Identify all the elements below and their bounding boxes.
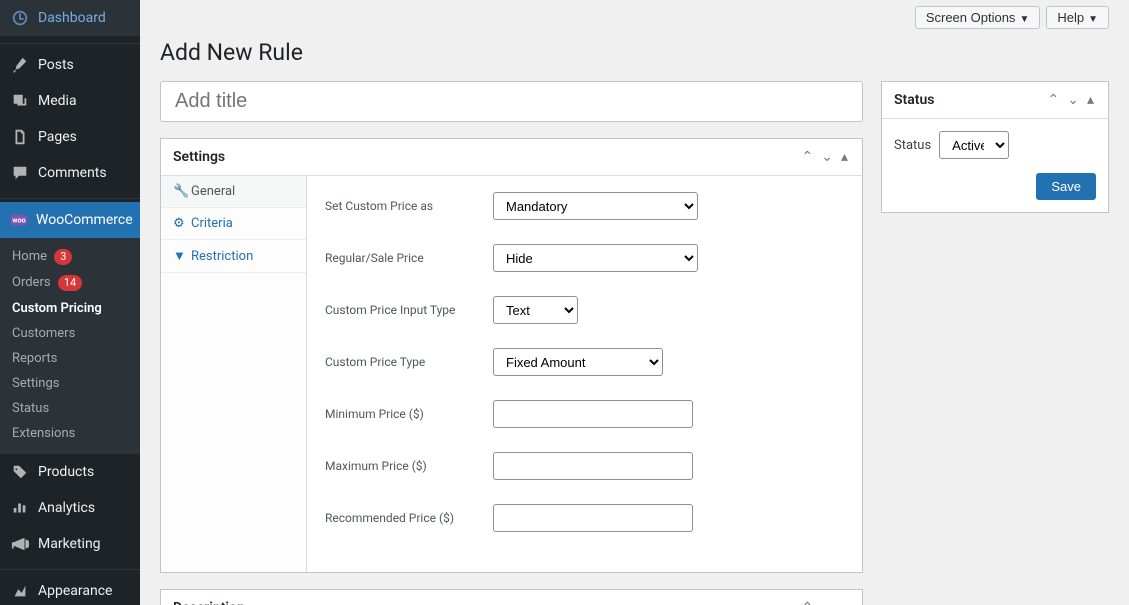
sidebar-item-media[interactable]: Media xyxy=(0,83,140,119)
gear-icon: ⚙ xyxy=(173,216,185,231)
sub-item-customers[interactable]: Customers xyxy=(0,321,140,346)
sidebar-label: Dashboard xyxy=(38,10,106,26)
sidebar-label: Media xyxy=(38,93,77,109)
move-up-icon[interactable]: ⌃ xyxy=(800,600,816,605)
dashboard-icon xyxy=(10,8,30,28)
sub-item-custom-pricing[interactable]: Custom Pricing xyxy=(0,296,140,321)
marketing-icon xyxy=(10,534,30,554)
chevron-down-icon: ▼ xyxy=(1088,14,1098,25)
move-up-icon[interactable]: ⌃ xyxy=(800,149,816,165)
input-type-label: Custom Price Input Type xyxy=(325,303,493,317)
settings-tabs: 🔧General ⚙Criteria ▼Restriction xyxy=(161,176,307,572)
sidebar-item-comments[interactable]: Comments xyxy=(0,155,140,191)
sidebar-label: Products xyxy=(38,464,94,480)
woocommerce-icon: woo xyxy=(10,210,28,230)
sub-item-orders[interactable]: Orders 14 xyxy=(0,270,140,296)
sidebar-item-pages[interactable]: Pages xyxy=(0,119,140,155)
sidebar-label: Comments xyxy=(38,165,107,181)
move-down-icon[interactable]: ⌄ xyxy=(819,600,835,605)
sidebar-item-appearance[interactable]: Appearance xyxy=(0,573,140,605)
wrench-icon: 🔧 xyxy=(173,184,185,199)
sidebar-item-products[interactable]: Products xyxy=(0,454,140,490)
description-panel: Description ⌃ ⌄ ▴ Add Media xyxy=(160,589,863,605)
rec-price-label: Recommended Price ($) xyxy=(325,511,493,525)
min-price-input[interactable] xyxy=(493,400,693,428)
sidebar-label: Analytics xyxy=(38,500,95,516)
chevron-down-icon: ▼ xyxy=(1019,14,1029,25)
sidebar-label: Appearance xyxy=(38,583,112,599)
set-price-select[interactable]: Mandatory xyxy=(493,192,698,220)
price-type-label: Custom Price Type xyxy=(325,355,493,369)
panel-heading: Settings xyxy=(173,149,225,165)
move-down-icon[interactable]: ⌄ xyxy=(819,149,835,165)
analytics-icon xyxy=(10,498,30,518)
topbar: Screen Options▼ Help▼ xyxy=(160,0,1109,35)
tab-restriction[interactable]: ▼Restriction xyxy=(161,240,306,273)
rule-title-input[interactable] xyxy=(160,81,863,122)
max-price-label: Maximum Price ($) xyxy=(325,459,493,473)
settings-panel: Settings ⌃ ⌄ ▴ 🔧General ⚙Criteria ▼Restr… xyxy=(160,138,863,573)
filter-icon: ▼ xyxy=(173,248,185,264)
page-title: Add New Rule xyxy=(160,39,1109,66)
sub-item-status[interactable]: Status xyxy=(0,396,140,421)
sidebar-item-analytics[interactable]: Analytics xyxy=(0,490,140,526)
main-content: Screen Options▼ Help▼ Add New Rule Setti… xyxy=(140,0,1129,605)
pin-icon xyxy=(10,55,30,75)
sub-item-settings[interactable]: Settings xyxy=(0,371,140,396)
tab-criteria[interactable]: ⚙Criteria xyxy=(161,208,306,240)
regular-price-label: Regular/Sale Price xyxy=(325,251,493,265)
help-button[interactable]: Help▼ xyxy=(1046,6,1109,29)
status-select[interactable]: Active xyxy=(939,131,1009,159)
separator xyxy=(0,194,140,199)
media-icon xyxy=(10,91,30,111)
sidebar-item-dashboard[interactable]: Dashboard xyxy=(0,0,140,36)
products-icon xyxy=(10,462,30,482)
sidebar-item-posts[interactable]: Posts xyxy=(0,47,140,83)
tab-general[interactable]: 🔧General xyxy=(161,176,306,208)
comments-icon xyxy=(10,163,30,183)
collapse-icon[interactable]: ▴ xyxy=(1085,92,1096,108)
sidebar-submenu: Home 3 Orders 14 Custom Pricing Customer… xyxy=(0,238,140,454)
panel-controls: ⌃ ⌄ ▴ xyxy=(1046,92,1097,108)
pages-icon xyxy=(10,127,30,147)
svg-text:woo: woo xyxy=(12,216,25,225)
sub-item-reports[interactable]: Reports xyxy=(0,346,140,371)
panel-controls: ⌃ ⌄ ▴ xyxy=(800,600,851,605)
move-down-icon[interactable]: ⌄ xyxy=(1065,92,1081,108)
sidebar-item-marketing[interactable]: Marketing xyxy=(0,526,140,562)
min-price-label: Minimum Price ($) xyxy=(325,407,493,421)
collapse-icon[interactable]: ▴ xyxy=(839,149,850,165)
screen-options-button[interactable]: Screen Options▼ xyxy=(915,6,1041,29)
move-up-icon[interactable]: ⌃ xyxy=(1046,92,1062,108)
count-badge: 3 xyxy=(54,249,72,265)
sidebar-label: Marketing xyxy=(38,536,101,552)
regular-price-select[interactable]: Hide xyxy=(493,244,698,272)
input-type-select[interactable]: Text xyxy=(493,296,578,324)
panel-controls: ⌃ ⌄ ▴ xyxy=(800,149,851,165)
price-type-select[interactable]: Fixed Amount xyxy=(493,348,663,376)
save-button[interactable]: Save xyxy=(1036,173,1096,200)
sidebar-label: Pages xyxy=(38,129,77,145)
rec-price-input[interactable] xyxy=(493,504,693,532)
set-price-label: Set Custom Price as xyxy=(325,199,493,213)
appearance-icon xyxy=(10,581,30,601)
admin-sidebar: Dashboard Posts Media Pages Comments woo… xyxy=(0,0,140,605)
sidebar-label: WooCommerce xyxy=(36,212,133,228)
max-price-input[interactable] xyxy=(493,452,693,480)
status-label: Status xyxy=(894,138,931,153)
sub-item-extensions[interactable]: Extensions xyxy=(0,421,140,446)
sub-item-home[interactable]: Home 3 xyxy=(0,244,140,270)
count-badge: 14 xyxy=(58,275,82,291)
separator xyxy=(0,565,140,570)
collapse-icon[interactable]: ▴ xyxy=(839,600,850,605)
sidebar-item-woocommerce[interactable]: woo WooCommerce xyxy=(0,202,140,238)
status-panel: Status ⌃ ⌄ ▴ Status Active Sa xyxy=(881,81,1109,213)
sidebar-label: Posts xyxy=(38,57,74,73)
panel-heading: Status xyxy=(894,92,934,108)
separator xyxy=(0,39,140,44)
panel-heading: Description xyxy=(173,600,245,605)
